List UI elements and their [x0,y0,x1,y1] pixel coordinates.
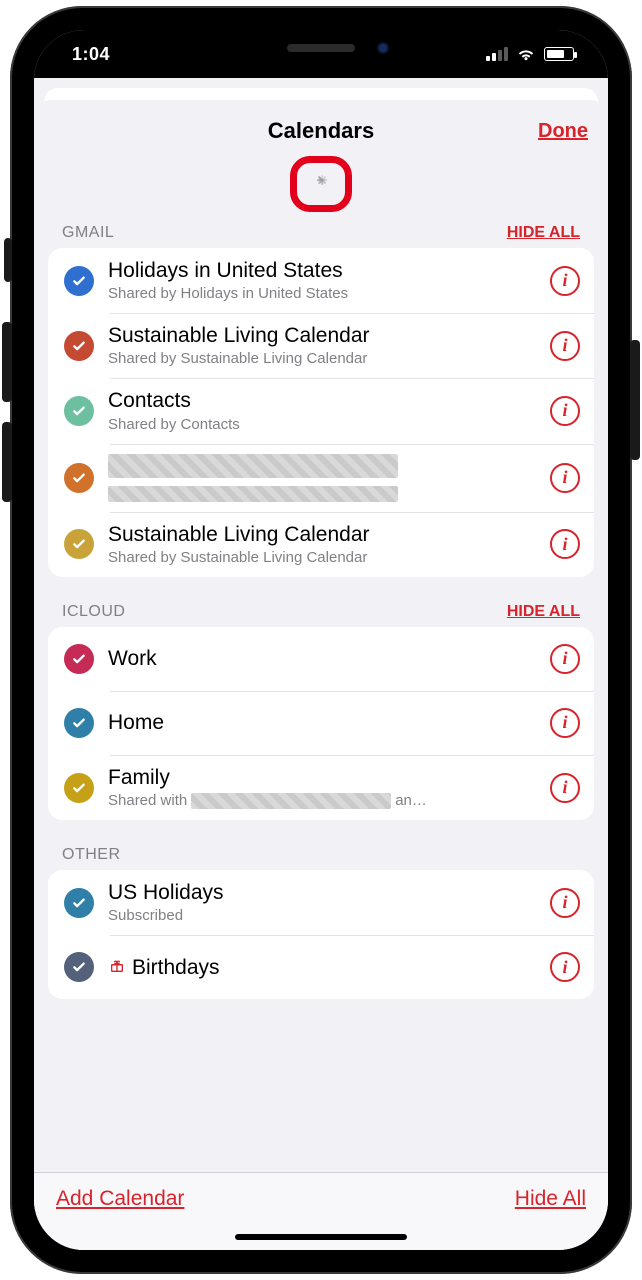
section-card: WorkiHomeiFamilyShared with an…i [48,627,594,820]
info-button[interactable]: i [550,331,580,361]
gift-icon [108,957,126,975]
section-label: ICLOUD [62,603,125,621]
calendar-title: Home [108,710,544,735]
home-indicator [235,1234,407,1240]
info-button[interactable]: i [550,266,580,296]
add-calendar-button[interactable]: Add Calendar [56,1187,184,1211]
checkmark-icon[interactable] [64,396,94,426]
hide-all-button[interactable]: Hide All [515,1187,586,1211]
checkmark-icon[interactable] [64,888,94,918]
calendar-title: Contacts [108,388,544,413]
loading-spinner-icon [310,173,332,195]
info-button[interactable]: i [550,773,580,803]
section-hide-all-button[interactable]: HIDE ALL [507,224,580,242]
info-button[interactable]: i [550,952,580,982]
calendar-title: Sustainable Living Calendar [108,522,544,547]
calendar-row[interactable]: Homei [48,691,594,755]
calendar-title [108,454,544,484]
calendar-title: Work [108,646,544,671]
section-label: GMAIL [62,224,114,242]
calendar-row[interactable]: Family Shared with an… i [48,755,594,820]
calendar-row[interactable]: i [48,444,594,512]
calendar-row[interactable]: Birthdaysi [48,935,594,999]
calendar-subtitle: Shared by Sustainable Living Calendar [108,549,544,567]
checkmark-icon[interactable] [64,644,94,674]
done-button[interactable]: Done [538,120,588,143]
checkmark-icon[interactable] [64,266,94,296]
status-bar: 1:04 [34,30,608,78]
wifi-icon [516,47,536,61]
sheet-title: Calendars [50,118,592,144]
calendar-row[interactable]: Holidays in United States Shared by Holid… [48,248,594,313]
info-button[interactable]: i [550,708,580,738]
section-label: OTHER [62,846,121,864]
calendar-row[interactable]: Sustainable Living Calendar Shared by Sus… [48,313,594,378]
calendar-row[interactable]: US Holidays Subscribed i [48,870,594,935]
cellular-icon [486,47,508,61]
calendar-subtitle: Shared by Holidays in United States [108,285,544,303]
info-button[interactable]: i [550,396,580,426]
calendar-subtitle: Shared by Sustainable Living Calendar [108,350,544,368]
checkmark-icon[interactable] [64,773,94,803]
section-card: US HolidaysSubscribediBirthdaysi [48,870,594,999]
battery-icon [544,47,574,61]
info-button[interactable]: i [550,644,580,674]
calendar-subtitle: Shared with an… [108,792,544,810]
checkmark-icon[interactable] [64,529,94,559]
calendar-row[interactable]: Worki [48,627,594,691]
status-time: 1:04 [62,44,110,65]
calendar-title: Holidays in United States [108,258,544,283]
calendar-row[interactable]: Sustainable Living Calendar Shared by Sus… [48,512,594,577]
calendars-sheet: Calendars Done GMAIL HIDE ALL Holidays in … [34,100,608,1250]
checkmark-icon[interactable] [64,952,94,982]
checkmark-icon[interactable] [64,463,94,493]
info-button[interactable]: i [550,463,580,493]
checkmark-icon[interactable] [64,331,94,361]
calendar-title: Family [108,765,544,790]
info-button[interactable]: i [550,529,580,559]
calendar-title: US Holidays [108,880,544,905]
calendar-subtitle: Subscribed [108,907,544,925]
section-card: Holidays in United States Shared by Holid… [48,248,594,577]
calendar-row[interactable]: Contacts Shared by Contacts i [48,378,594,443]
calendar-subtitle: Shared by Contacts [108,416,544,434]
calendar-title: Birthdays [108,955,544,980]
status-icons [486,47,580,61]
section-hide-all-button[interactable]: HIDE ALL [507,603,580,621]
info-button[interactable]: i [550,888,580,918]
calendar-title: Sustainable Living Calendar [108,323,544,348]
checkmark-icon[interactable] [64,708,94,738]
